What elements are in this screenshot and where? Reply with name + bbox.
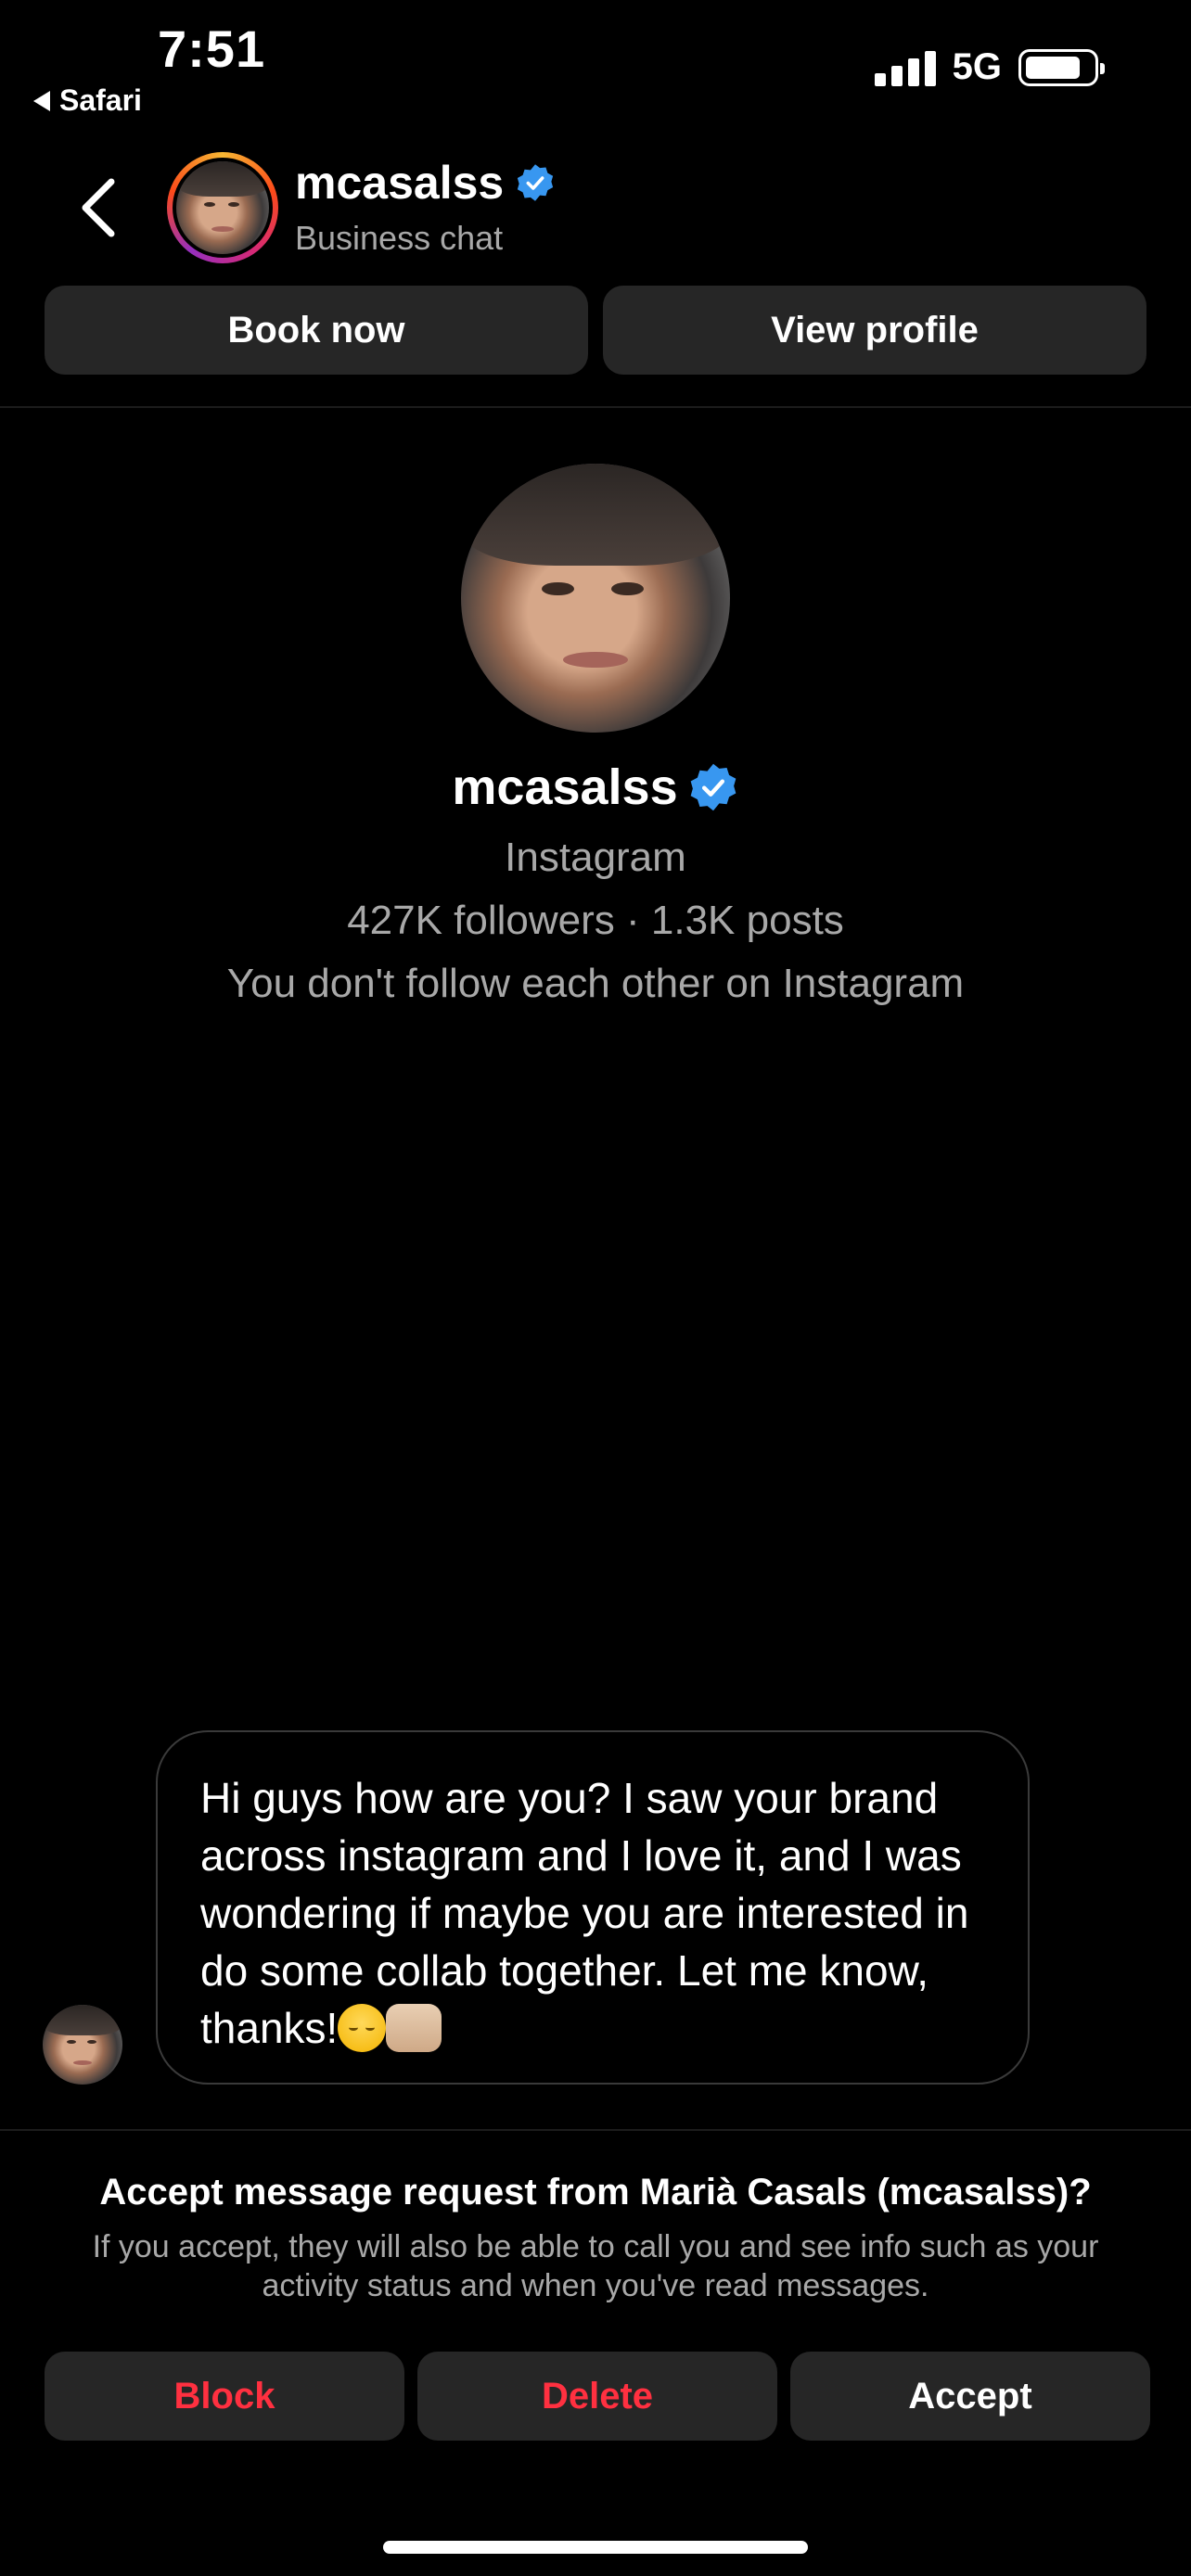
back-triangle-icon xyxy=(33,90,50,111)
book-now-button[interactable]: Book now xyxy=(45,286,588,375)
view-profile-button[interactable]: View profile xyxy=(603,286,1146,375)
back-to-app-link[interactable]: Safari xyxy=(33,83,142,118)
block-button[interactable]: Block xyxy=(45,2352,404,2441)
accept-button[interactable]: Accept xyxy=(790,2352,1150,2441)
profile-platform: Instagram xyxy=(505,835,686,880)
header-subtitle: Business chat xyxy=(295,219,504,257)
back-app-label: Safari xyxy=(59,83,142,117)
header-username[interactable]: mcasalss xyxy=(295,156,556,210)
back-chevron-icon[interactable] xyxy=(74,178,126,237)
cellular-signal-icon xyxy=(874,49,936,86)
profile-username: mcasalss xyxy=(452,759,678,815)
delete-button[interactable]: Delete xyxy=(417,2352,777,2441)
verified-badge-icon xyxy=(518,164,554,201)
raising-hands-icon xyxy=(386,2004,442,2052)
profile-relationship: You don't follow each other on Instagram xyxy=(226,961,965,1006)
message-text: Hi guys how are you? I saw your brand ac… xyxy=(200,1774,969,2052)
battery-icon xyxy=(1018,48,1105,86)
home-indicator[interactable] xyxy=(383,2541,808,2554)
message-bubble[interactable]: Hi guys how are you? I saw your brand ac… xyxy=(156,1730,1030,2085)
message-sender-avatar[interactable] xyxy=(43,2005,122,2085)
header-avatar[interactable] xyxy=(167,152,278,263)
request-title: Accept message request from Marià Casals… xyxy=(99,2172,1092,2213)
status-indicators: 5G xyxy=(874,46,1105,88)
footer-divider xyxy=(0,2129,1191,2131)
status-time: 7:51 xyxy=(158,19,266,78)
request-description: If you accept, they will also be able to… xyxy=(92,2229,1099,2303)
profile-stats: 427K followers · 1.3K posts xyxy=(347,898,844,943)
relieved-face-icon xyxy=(338,2004,387,2052)
header-divider xyxy=(0,406,1191,408)
profile-name-row: mcasalss xyxy=(0,759,1191,816)
header-username-text: mcasalss xyxy=(295,157,505,209)
profile-avatar[interactable] xyxy=(461,464,730,733)
verified-badge-icon xyxy=(690,763,736,811)
network-type: 5G xyxy=(952,46,1002,87)
